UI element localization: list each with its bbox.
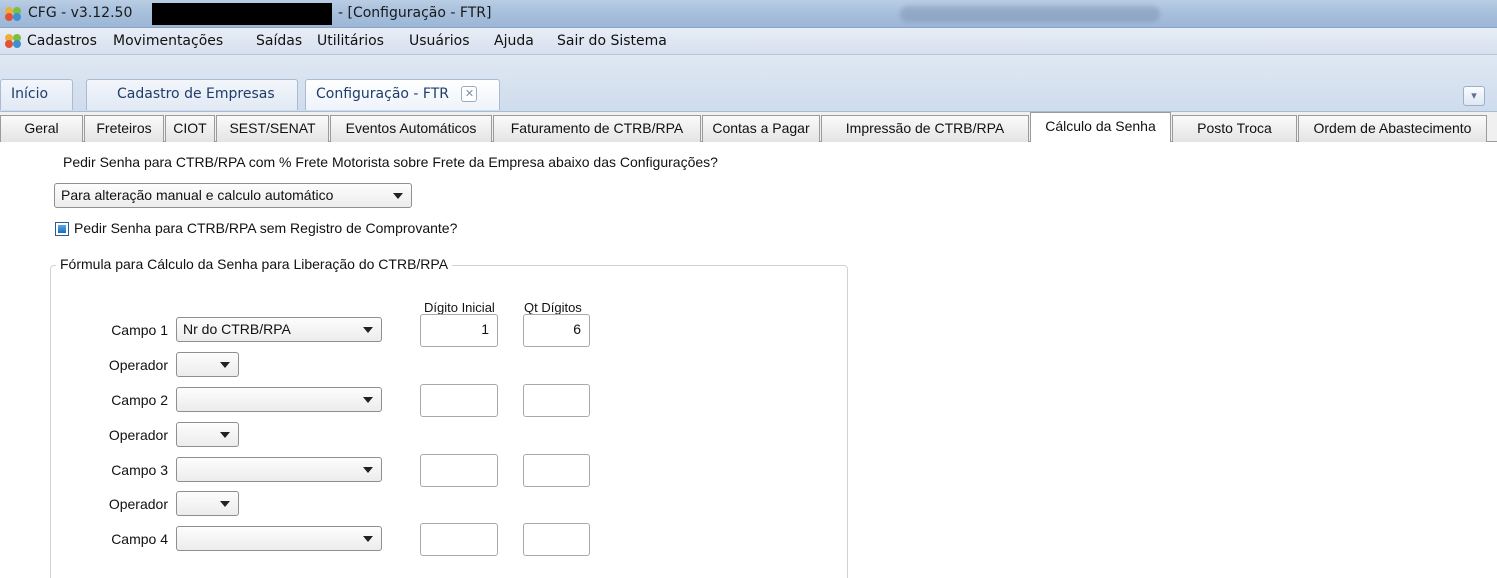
title-bar: CFG - v3.12.50 - [Configuração - FTR] <box>0 0 1497 28</box>
tab-impressao[interactable]: Impressão de CTRB/RPA <box>821 115 1029 142</box>
doc-tab-label: Configuração - FTR <box>316 86 450 102</box>
tab-calculo-senha[interactable]: Cálculo da Senha <box>1030 112 1171 143</box>
doc-tab-inicio[interactable]: Início <box>0 79 73 110</box>
app-menu-icon[interactable] <box>4 33 22 49</box>
chevron-down-icon <box>220 432 230 438</box>
campo3-initial-digit-input[interactable] <box>420 454 498 487</box>
menu-utilitarios[interactable]: Utilitários <box>317 33 384 49</box>
tab-geral[interactable]: Geral <box>0 115 83 142</box>
mode-select[interactable]: Para alteração manual e calculo automáti… <box>54 183 412 208</box>
chevron-down-icon <box>220 362 230 368</box>
campo1-select[interactable]: Nr do CTRB/RPA <box>176 317 382 342</box>
campo3-label: Campo 3 <box>111 462 168 478</box>
campo1-initial-digit-input[interactable]: 1 <box>420 314 498 347</box>
chevron-down-icon[interactable]: ▾ <box>1463 86 1485 106</box>
tab-ciot[interactable]: CIOT <box>165 115 215 142</box>
checkbox-label: Pedir Senha para CTRB/RPA sem Registro d… <box>74 220 458 236</box>
tab-faturamento[interactable]: Faturamento de CTRB/RPA <box>493 115 701 142</box>
chevron-down-icon <box>220 501 230 507</box>
chevron-down-icon <box>363 397 373 403</box>
tab-ordem-abastecimento[interactable]: Ordem de Abastecimento <box>1298 115 1487 142</box>
campo3-select[interactable] <box>176 457 382 482</box>
operador3-select[interactable] <box>176 491 239 516</box>
campo4-initial-digit-input[interactable] <box>420 523 498 556</box>
blurred-area <box>900 6 1160 22</box>
tab-freteiros[interactable]: Freteiros <box>84 115 164 142</box>
campo4-label: Campo 4 <box>111 531 168 547</box>
campo1-qt-digits-input[interactable]: 6 <box>523 314 590 347</box>
doc-tab-cadastro-empresas[interactable]: Cadastro de Empresas <box>86 79 298 110</box>
tab-sest-senat[interactable]: SEST/SENAT <box>216 115 329 142</box>
tab-posto-troca[interactable]: Posto Troca <box>1172 115 1297 142</box>
chevron-down-icon <box>363 536 373 542</box>
doc-tab-label: Cadastro de Empresas <box>117 86 275 102</box>
comprovante-checkbox[interactable] <box>55 222 69 236</box>
menu-sair[interactable]: Sair do Sistema <box>557 33 667 49</box>
app-window: CFG - v3.12.50 - [Configuração - FTR] Ca… <box>0 0 1497 578</box>
tab-eventos-automaticos[interactable]: Eventos Automáticos <box>330 115 492 142</box>
redacted-block <box>152 3 332 25</box>
question-label: Pedir Senha para CTRB/RPA com % Frete Mo… <box>63 154 718 170</box>
campo1-select-value: Nr do CTRB/RPA <box>183 321 291 337</box>
campo3-qt-digits-input[interactable] <box>523 454 590 487</box>
window-title-app: CFG - v3.12.50 <box>28 5 133 21</box>
formula-group-title: Fórmula para Cálculo da Senha para Liber… <box>56 256 453 272</box>
document-tab-strip: Início Cadastro de Empresas Configuração… <box>0 55 1497 112</box>
doc-tab-configuracao-ftr[interactable]: Configuração - FTR ✕ <box>305 79 500 110</box>
close-icon[interactable]: ✕ <box>461 86 478 102</box>
mode-select-value: Para alteração manual e calculo automáti… <box>61 187 334 203</box>
col-initial-digit-header: Dígito Inicial <box>424 300 495 315</box>
menu-ajuda[interactable]: Ajuda <box>494 33 534 49</box>
chevron-down-icon <box>363 467 373 473</box>
operador3-label: Operador <box>108 496 168 512</box>
checkbox-fill <box>58 225 66 233</box>
chevron-down-icon <box>363 327 373 333</box>
campo2-label: Campo 2 <box>111 392 168 408</box>
app-logo-icon <box>5 7 21 21</box>
menu-movimentacoes[interactable]: Movimentações <box>113 33 223 49</box>
chevron-down-icon <box>393 193 403 199</box>
config-tab-strip: Geral Freteiros CIOT SEST/SENAT Eventos … <box>0 112 1497 143</box>
operador1-select[interactable] <box>176 352 239 377</box>
window-title-document: - [Configuração - FTR] <box>338 5 492 21</box>
tab-contas-pagar[interactable]: Contas a Pagar <box>702 115 820 142</box>
operador1-label: Operador <box>108 357 168 373</box>
menu-bar: Cadastros Movimentações Saídas Utilitári… <box>0 28 1497 55</box>
calculo-senha-panel: Pedir Senha para CTRB/RPA com % Frete Mo… <box>0 142 1497 578</box>
campo1-label: Campo 1 <box>111 322 168 338</box>
menu-cadastros[interactable]: Cadastros <box>27 33 97 49</box>
campo4-select[interactable] <box>176 526 382 551</box>
campo2-select[interactable] <box>176 387 382 412</box>
campo2-qt-digits-input[interactable] <box>523 384 590 417</box>
col-qt-digits-header: Qt Dígitos <box>524 300 582 315</box>
campo2-initial-digit-input[interactable] <box>420 384 498 417</box>
campo4-qt-digits-input[interactable] <box>523 523 590 556</box>
menu-usuarios[interactable]: Usuários <box>409 33 470 49</box>
operador2-select[interactable] <box>176 422 239 447</box>
operador2-label: Operador <box>108 427 168 443</box>
doc-tab-label: Início <box>11 86 49 102</box>
menu-saidas[interactable]: Saídas <box>256 33 302 49</box>
